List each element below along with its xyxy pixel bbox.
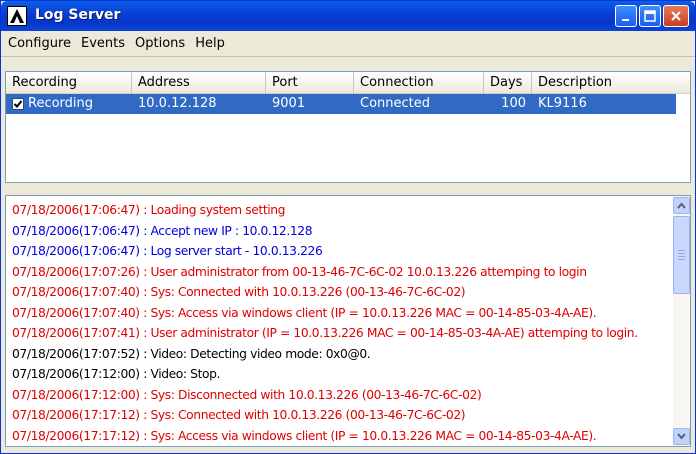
chevron-down-icon bbox=[677, 433, 686, 440]
minimize-icon bbox=[622, 19, 629, 21]
close-button[interactable] bbox=[663, 5, 689, 27]
minimize-button[interactable] bbox=[615, 5, 637, 27]
log-line: 07/18/2006(17:12:00) : Sys: Disconnected… bbox=[12, 387, 482, 402]
title-bar[interactable]: Log Server bbox=[1, 1, 695, 31]
log-line: 07/18/2006(17:17:12) : Sys: Connected wi… bbox=[12, 408, 466, 422]
log-lines: 07/18/2006(17:06:47) : Loading system se… bbox=[12, 200, 672, 446]
column-recording[interactable]: Recording bbox=[6, 72, 132, 94]
connection-list[interactable]: Recording Address Port Connection Days D… bbox=[5, 71, 691, 183]
scroll-up-button[interactable] bbox=[673, 197, 690, 214]
menu-events[interactable]: Events bbox=[76, 34, 130, 54]
column-connection[interactable]: Connection bbox=[354, 72, 484, 94]
log-line: 07/18/2006(17:07:41) : User administrato… bbox=[12, 326, 638, 340]
log-line: 07/18/2006(17:07:26) : User administrato… bbox=[12, 264, 587, 279]
menu-options[interactable]: Options bbox=[130, 34, 190, 54]
scroll-down-button[interactable] bbox=[673, 428, 690, 445]
recording-checkbox[interactable] bbox=[12, 98, 24, 110]
list-header: Recording Address Port Connection Days D… bbox=[6, 72, 690, 94]
column-address[interactable]: Address bbox=[132, 72, 266, 94]
checkmark-icon bbox=[13, 100, 23, 108]
column-description[interactable]: Description bbox=[532, 72, 690, 94]
scroll-thumb[interactable] bbox=[673, 216, 690, 294]
log-line: 07/18/2006(17:06:47) : Accept new IP : 1… bbox=[12, 223, 313, 238]
close-icon bbox=[671, 11, 681, 21]
cell-days: 100 bbox=[501, 96, 526, 111]
column-days[interactable]: Days bbox=[484, 72, 532, 94]
log-scrollbar[interactable] bbox=[673, 196, 690, 446]
cell-recording: Recording bbox=[28, 96, 94, 111]
window-title: Log Server bbox=[35, 7, 121, 23]
pane-splitter[interactable] bbox=[1, 185, 695, 191]
log-line: 07/18/2006(17:07:40) : Sys: Connected wi… bbox=[12, 285, 466, 299]
cell-description: KL9116 bbox=[538, 96, 587, 111]
chevron-up-icon bbox=[677, 202, 686, 209]
cell-connection: Connected bbox=[360, 96, 431, 111]
cell-address: 10.0.12.128 bbox=[138, 96, 217, 111]
log-line: 07/18/2006(17:07:40) : Sys: Access via w… bbox=[12, 305, 597, 320]
log-line: 07/18/2006(17:06:47) : Log server start … bbox=[12, 244, 323, 258]
column-port[interactable]: Port bbox=[266, 72, 354, 94]
maximize-button[interactable] bbox=[639, 5, 661, 27]
log-line: 07/18/2006(17:17:12) : Sys: Access via w… bbox=[12, 428, 597, 443]
menu-configure[interactable]: Configure bbox=[3, 34, 76, 54]
log-server-window: Log Server Configure Events Options Help… bbox=[0, 0, 696, 454]
log-line: 07/18/2006(17:12:00) : Video: Stop. bbox=[12, 367, 221, 381]
menu-help[interactable]: Help bbox=[190, 34, 230, 54]
table-row[interactable]: Recording 10.0.12.128 9001 Connected 100… bbox=[6, 94, 676, 114]
menu-bar: Configure Events Options Help bbox=[1, 31, 695, 57]
maximize-icon bbox=[644, 10, 656, 22]
log-line: 07/18/2006(17:07:52) : Video: Detecting … bbox=[12, 346, 371, 361]
cell-port: 9001 bbox=[272, 96, 306, 111]
log-line: 07/18/2006(17:06:47) : Loading system se… bbox=[12, 203, 286, 217]
app-logo-icon bbox=[7, 6, 27, 26]
log-panel[interactable]: 07/18/2006(17:06:47) : Loading system se… bbox=[5, 195, 691, 447]
